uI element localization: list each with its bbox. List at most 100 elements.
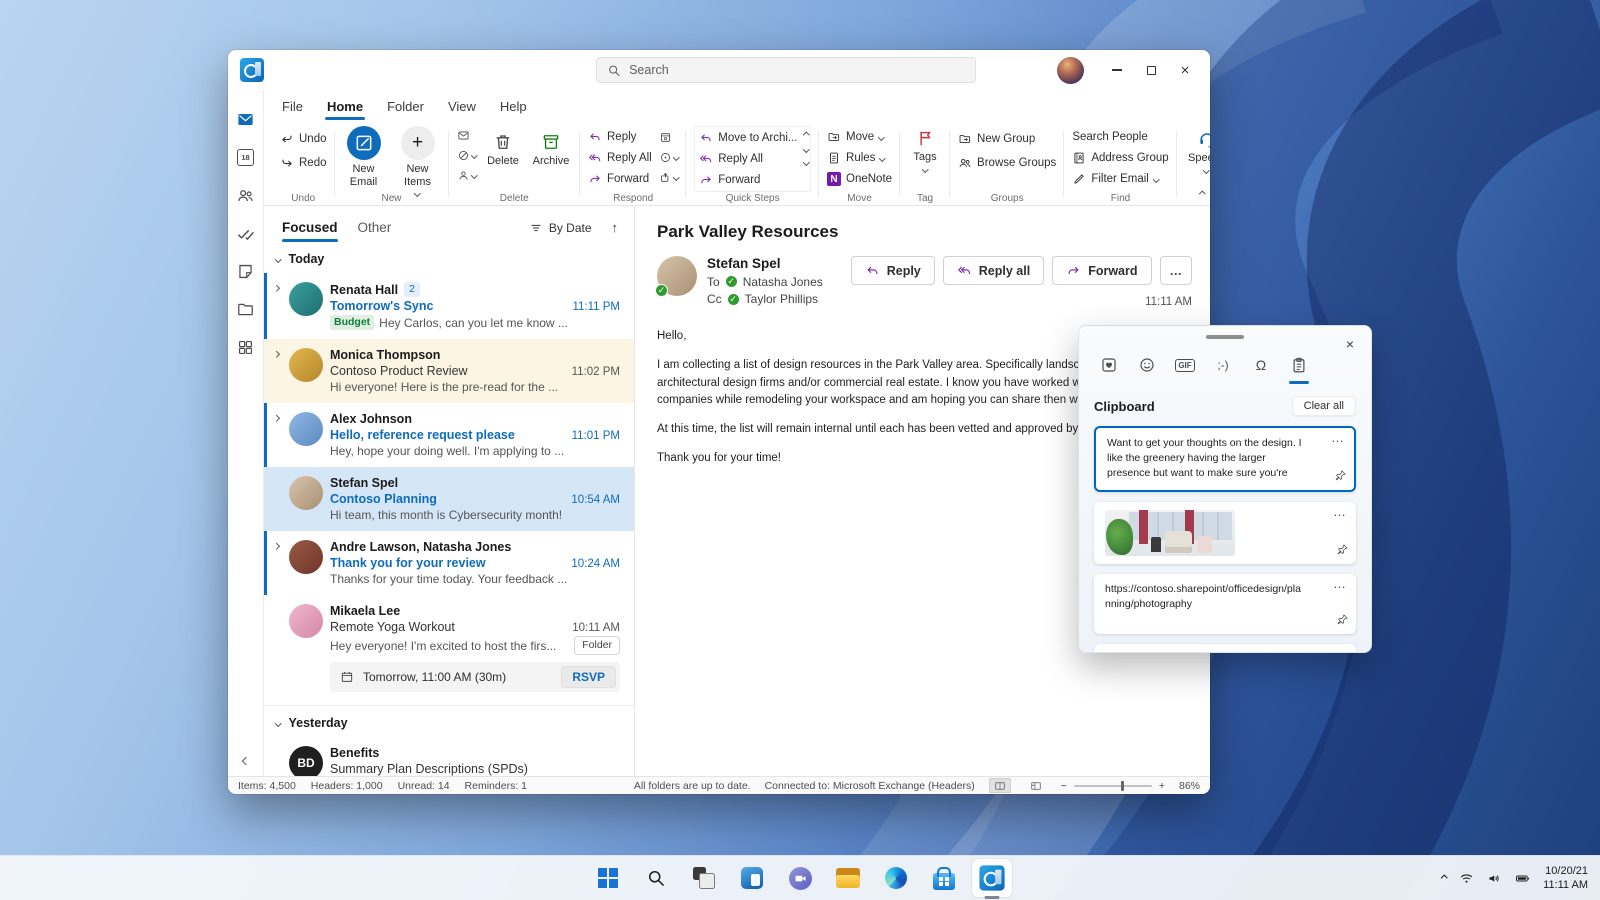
search-input[interactable] — [629, 63, 965, 77]
file-explorer-button[interactable] — [828, 859, 868, 897]
filter-email-button[interactable]: Filter Email — [1072, 170, 1168, 188]
zoom-slider-thumb[interactable] — [1120, 780, 1124, 791]
expand-thread-button[interactable] — [270, 540, 282, 586]
share-button[interactable] — [659, 169, 680, 185]
redo-button[interactable]: Redo — [280, 154, 327, 172]
gif-tab[interactable]: GIF — [1170, 351, 1200, 379]
zoom-in-button[interactable]: + — [1159, 780, 1165, 792]
recipient-name[interactable]: Natasha Jones — [743, 275, 823, 289]
clipboard-item-partial[interactable] — [1094, 643, 1356, 652]
maximize-button[interactable] — [1134, 55, 1168, 85]
mail-row-alex-johnson[interactable]: Alex Johnson Hello, reference request pl… — [264, 403, 634, 467]
clear-all-button[interactable]: Clear all — [1291, 396, 1356, 416]
nav-people[interactable] — [228, 176, 263, 214]
nav-calendar[interactable]: 18 — [228, 138, 263, 176]
address-group-button[interactable]: Address Group — [1072, 149, 1169, 167]
quick-step-move-to-archive[interactable]: Move to Archi... — [699, 129, 798, 147]
widgets-button[interactable] — [732, 859, 772, 897]
recipient-name[interactable]: Taylor Phillips — [745, 292, 818, 306]
block-sender-button[interactable] — [457, 167, 477, 183]
mail-row-andre-lawson[interactable]: Andre Lawson, Natasha Jones Thank you fo… — [264, 531, 634, 595]
emoji-tab[interactable] — [1132, 351, 1162, 379]
zoom-out-button[interactable]: − — [1061, 780, 1067, 792]
quick-steps-scroll-down[interactable] — [802, 145, 809, 152]
taskbar-clock[interactable]: 10/20/21 11:11 AM — [1543, 864, 1588, 893]
taskbar-search-button[interactable] — [636, 859, 676, 897]
zoom-slider[interactable] — [1073, 780, 1152, 791]
sort-direction-button[interactable]: ↑ — [612, 220, 619, 235]
new-items-button[interactable]: + New Items — [395, 126, 441, 197]
tab-focused[interactable]: Focused — [282, 220, 338, 242]
nav-folders[interactable] — [228, 290, 263, 328]
expand-thread-button[interactable] — [270, 348, 282, 394]
chat-button[interactable] — [780, 859, 820, 897]
clipboard-item-link[interactable]: https://contoso.sharepoint/officedesign/… — [1094, 573, 1356, 634]
nav-apps[interactable] — [228, 328, 263, 366]
forward-button[interactable]: Forward — [588, 170, 652, 188]
wifi-button[interactable] — [1459, 871, 1474, 886]
new-group-button[interactable]: New Group — [958, 130, 1056, 148]
mail-row-renata-hall[interactable]: Renata Hall 2 Tomorrow's Sync 11:11 PM Bud… — [264, 273, 634, 339]
close-button[interactable]: × — [1168, 55, 1202, 85]
rsvp-button[interactable]: RSVP — [561, 666, 616, 688]
edge-button[interactable] — [876, 859, 916, 897]
item-more-button[interactable]: … — [1331, 430, 1345, 445]
battery-button[interactable] — [1515, 871, 1530, 886]
quick-step-reply-all[interactable]: Reply All — [699, 150, 797, 168]
reply-with-meeting-button[interactable] — [659, 129, 679, 145]
tab-home[interactable]: Home — [324, 99, 366, 120]
nav-notes[interactable] — [228, 252, 263, 290]
volume-button[interactable] — [1487, 871, 1502, 886]
onenote-button[interactable]: N OneNote — [827, 170, 892, 188]
section-today[interactable]: Today — [264, 244, 634, 273]
new-email-button[interactable]: New Email — [343, 126, 385, 188]
mail-row-monica-thompson[interactable]: Monica Thompson Contoso Product Review 11… — [264, 339, 634, 403]
tray-overflow-button[interactable] — [1440, 874, 1448, 882]
archive-button[interactable]: Archive — [530, 126, 572, 168]
symbols-tab[interactable]: Ω — [1246, 351, 1276, 379]
item-more-button[interactable]: … — [1333, 576, 1347, 591]
reply-all-button[interactable]: Reply All — [588, 149, 652, 167]
item-more-button[interactable]: … — [1333, 504, 1347, 519]
nav-mail[interactable] — [228, 100, 263, 138]
undo-button[interactable]: Undo — [280, 130, 327, 148]
quick-step-forward[interactable]: Forward — [699, 171, 797, 189]
layout-view-button[interactable] — [1025, 778, 1047, 793]
mail-row-mikaela-lee[interactable]: Mikaela Lee Remote Yoga Workout 10:11 AM … — [264, 595, 634, 701]
forward-button[interactable]: Forward — [1052, 256, 1152, 285]
user-avatar[interactable] — [1057, 56, 1084, 84]
quick-steps-scroll-up[interactable] — [802, 132, 809, 139]
expand-thread-button[interactable] — [270, 412, 282, 458]
speech-button[interactable]: Speech — [1185, 126, 1210, 174]
drag-handle[interactable] — [1206, 335, 1244, 339]
stickers-tab[interactable] — [1094, 351, 1124, 379]
delete-button[interactable]: Delete — [484, 126, 522, 168]
reading-view-button[interactable] — [988, 778, 1011, 793]
kaomoji-tab[interactable]: ;-) — [1208, 351, 1238, 379]
collapse-nav-button[interactable] — [228, 756, 263, 766]
zoom-percentage[interactable]: 86% — [1179, 780, 1200, 792]
outlook-taskbar-button[interactable] — [972, 859, 1012, 897]
search-bar[interactable] — [596, 57, 976, 83]
move-button[interactable]: Move — [827, 128, 892, 146]
mail-row-benefits[interactable]: BD Benefits Summary Plan Descriptions (S… — [264, 737, 634, 776]
pin-item-button[interactable] — [1334, 469, 1347, 485]
nav-tasks[interactable] — [228, 214, 263, 252]
more-respond-button[interactable] — [659, 149, 680, 165]
store-button[interactable] — [924, 859, 964, 897]
reply-all-button[interactable]: Reply all — [942, 256, 1045, 285]
minimize-button[interactable] — [1100, 55, 1134, 85]
clipboard-item-text[interactable]: Want to get your thoughts on the design.… — [1094, 426, 1356, 492]
pin-item-button[interactable] — [1336, 613, 1349, 629]
reply-button[interactable]: Reply — [588, 128, 652, 146]
ignore-button[interactable] — [457, 127, 477, 143]
mail-row-stefan-spel[interactable]: Stefan Spel Contoso Planning 10:54 AM Hi … — [264, 467, 634, 531]
outlook-app-icon[interactable] — [240, 58, 264, 82]
clipboard-tab[interactable] — [1284, 351, 1314, 384]
task-view-button[interactable] — [684, 859, 724, 897]
pin-item-button[interactable] — [1336, 543, 1349, 559]
sort-by-date-button[interactable]: By Date — [529, 221, 592, 235]
tab-help[interactable]: Help — [500, 99, 527, 116]
tab-folder[interactable]: Folder — [387, 99, 424, 116]
search-people-button[interactable]: Search People — [1072, 128, 1168, 146]
